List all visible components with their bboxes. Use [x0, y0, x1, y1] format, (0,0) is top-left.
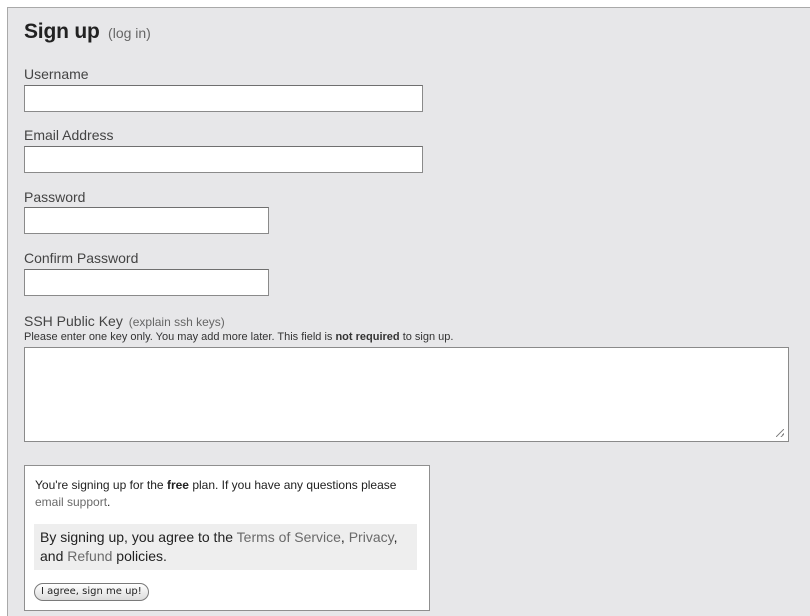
- ssh-key-hint: Please enter one key only. You may add m…: [24, 331, 453, 343]
- password-input[interactable]: [24, 207, 269, 234]
- plan-support-after: .: [107, 495, 111, 509]
- explain-ssh-keys-link[interactable]: (explain ssh keys): [129, 315, 225, 329]
- signup-panel: Sign up (log in) Username Email Address …: [7, 7, 810, 616]
- agreement-box: By signing up, you agree to the Terms of…: [34, 524, 417, 570]
- ssh-key-label-text: SSH Public Key: [24, 313, 123, 329]
- username-input[interactable]: [24, 85, 423, 112]
- ssh-key-textarea[interactable]: [24, 347, 789, 442]
- confirm-password-label: Confirm Password: [24, 250, 139, 266]
- agreement-comma: ,: [340, 529, 345, 545]
- ssh-hint-bold: not required: [335, 331, 400, 343]
- ssh-hint-before: Please enter one key only. You may add m…: [24, 331, 333, 343]
- plan-text-after: plan. If you have any questions please: [192, 478, 397, 492]
- username-label: Username: [24, 66, 89, 82]
- terms-of-service-link[interactable]: Terms of Service: [237, 529, 341, 545]
- plan-info-text: You're signing up for the free plan. If …: [35, 477, 425, 511]
- plan-name: free: [166, 478, 189, 492]
- email-support-link[interactable]: email support: [35, 495, 107, 509]
- plan-info-box: You're signing up for the free plan. If …: [24, 465, 430, 611]
- privacy-link[interactable]: Privacy: [349, 529, 394, 545]
- password-label: Password: [24, 189, 86, 205]
- resize-grip-icon[interactable]: [776, 429, 784, 437]
- confirm-password-input[interactable]: [24, 269, 269, 296]
- plan-text-before: You're signing up for the: [35, 478, 164, 492]
- agreement-text-before: By signing up, you agree to the: [40, 529, 234, 545]
- email-label: Email Address: [24, 127, 114, 143]
- signup-submit-button[interactable]: I agree, sign me up!: [34, 583, 149, 601]
- ssh-hint-after: to sign up.: [402, 331, 454, 343]
- ssh-key-label: SSH Public Key (explain ssh keys): [24, 313, 225, 329]
- page-title: Sign up: [24, 20, 100, 43]
- page-heading: Sign up (log in): [24, 20, 151, 44]
- login-link[interactable]: (log in): [108, 25, 151, 41]
- email-input[interactable]: [24, 146, 423, 173]
- agreement-text-after: policies.: [116, 548, 167, 564]
- refund-link[interactable]: Refund: [67, 548, 112, 564]
